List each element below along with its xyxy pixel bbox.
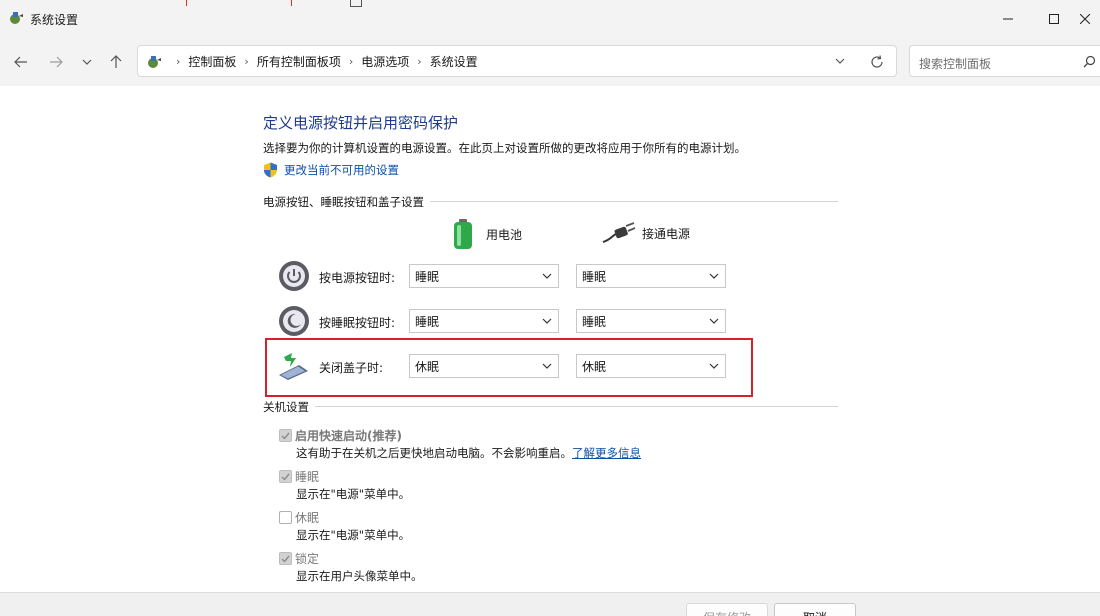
battery-column-label: 用电池 bbox=[486, 227, 523, 242]
fast-startup-checkbox-row[interactable]: 启用快速启动(推荐) bbox=[279, 427, 402, 444]
close-button[interactable] bbox=[1062, 0, 1100, 38]
power-button-battery-select[interactable]: 睡眠 bbox=[409, 264, 559, 288]
power-plug-icon bbox=[602, 222, 636, 243]
section-divider bbox=[263, 406, 838, 407]
chevron-right-icon[interactable]: › bbox=[244, 55, 248, 68]
breadcrumb: › 控制面板 › 所有控制面板项 › 电源选项 › 系统设置 bbox=[168, 46, 478, 76]
search-input[interactable]: 搜索控制面板 bbox=[909, 45, 1100, 77]
chevron-down-icon bbox=[542, 318, 552, 324]
fast-startup-checkbox[interactable] bbox=[279, 429, 292, 442]
footer-bar: 保存修改 取消 bbox=[0, 592, 1100, 616]
chevron-right-icon: › bbox=[176, 54, 181, 68]
background-window-element bbox=[350, 0, 362, 7]
learn-more-link[interactable]: 了解更多信息 bbox=[572, 446, 641, 460]
sleep-button-plugged-select[interactable]: 睡眠 bbox=[576, 309, 726, 333]
selected-value: 睡眠 bbox=[415, 269, 440, 284]
checkmark-icon bbox=[281, 432, 290, 440]
selected-value: 休眠 bbox=[582, 359, 607, 374]
sleep-button-label: 按睡眠按钮时: bbox=[319, 316, 396, 330]
window-title: 系统设置 bbox=[30, 13, 79, 27]
lock-checkbox-row[interactable]: 锁定 bbox=[279, 550, 319, 567]
sleep-label: 睡眠 bbox=[295, 470, 320, 484]
fast-startup-description: 这有助于在关机之后更快地启动电脑。不会影响重启。了解更多信息 bbox=[296, 445, 641, 461]
arrow-left-icon bbox=[14, 56, 27, 68]
uac-shield-icon bbox=[264, 162, 277, 178]
cancel-button[interactable]: 取消 bbox=[774, 603, 856, 616]
power-buttons-section-title: 电源按钮、睡眠按钮和盖子设置 bbox=[263, 194, 430, 210]
sleep-description: 显示在"电源"菜单中。 bbox=[296, 487, 411, 501]
chevron-down-icon bbox=[542, 363, 552, 369]
maximize-icon bbox=[1049, 14, 1059, 24]
plugged-in-column-label: 接通电源 bbox=[642, 226, 691, 241]
breadcrumb-power-options[interactable]: 电源选项 bbox=[361, 53, 409, 70]
search-icon[interactable] bbox=[1083, 55, 1096, 68]
background-window-edge bbox=[186, 0, 187, 6]
shutdown-section-title: 关机设置 bbox=[263, 399, 315, 415]
close-icon bbox=[1080, 14, 1090, 24]
page-title: 定义电源按钮并启用密码保护 bbox=[263, 114, 459, 132]
control-panel-icon bbox=[148, 56, 161, 68]
address-bar[interactable]: › 控制面板 › 所有控制面板项 › 电源选项 › 系统设置 bbox=[137, 45, 897, 77]
address-history-chevron-icon[interactable] bbox=[834, 55, 846, 67]
checkmark-icon bbox=[281, 555, 290, 563]
chevron-down-icon bbox=[542, 273, 552, 279]
back-button[interactable] bbox=[9, 51, 33, 73]
chevron-right-icon[interactable]: › bbox=[417, 55, 421, 68]
power-button-label: 按电源按钮时: bbox=[319, 271, 396, 285]
minimize-button[interactable] bbox=[985, 0, 1031, 38]
lock-description: 显示在用户头像菜单中。 bbox=[296, 569, 423, 583]
selected-value: 睡眠 bbox=[415, 314, 440, 329]
arrow-right-icon bbox=[50, 56, 63, 68]
selected-value: 睡眠 bbox=[582, 314, 607, 329]
selected-value: 睡眠 bbox=[582, 269, 607, 284]
breadcrumb-control-panel[interactable]: 控制面板 bbox=[188, 53, 236, 70]
fast-startup-label: 启用快速启动(推荐) bbox=[295, 429, 402, 443]
chevron-right-icon[interactable]: › bbox=[349, 55, 353, 68]
power-button-icon bbox=[279, 261, 309, 291]
battery-column-header: 用电池 bbox=[452, 218, 522, 250]
sleep-button-battery-select[interactable]: 睡眠 bbox=[409, 309, 559, 333]
hibernate-description: 显示在"电源"菜单中。 bbox=[296, 528, 411, 542]
recent-locations-button[interactable] bbox=[75, 51, 99, 73]
sleep-checkbox[interactable] bbox=[279, 470, 292, 483]
power-options-icon bbox=[10, 12, 23, 24]
hibernate-checkbox[interactable] bbox=[279, 511, 292, 524]
hibernate-checkbox-row[interactable]: 休眠 bbox=[279, 509, 319, 526]
search-placeholder: 搜索控制面板 bbox=[919, 57, 992, 71]
lid-close-plugged-select[interactable]: 休眠 bbox=[576, 354, 726, 378]
minimize-icon bbox=[1003, 18, 1013, 20]
title-bar: 系统设置 bbox=[0, 0, 1100, 38]
chevron-down-icon bbox=[709, 363, 719, 369]
laptop-lid-icon bbox=[279, 353, 308, 380]
selected-value: 休眠 bbox=[415, 359, 440, 374]
forward-button[interactable] bbox=[44, 51, 68, 73]
lid-close-battery-select[interactable]: 休眠 bbox=[409, 354, 559, 378]
navigation-bar: › 控制面板 › 所有控制面板项 › 电源选项 › 系统设置 搜索控制面板 bbox=[0, 38, 1100, 86]
sleep-checkbox-row[interactable]: 睡眠 bbox=[279, 468, 319, 485]
change-settings-link-text[interactable]: 更改当前不可用的设置 bbox=[284, 162, 399, 178]
lock-label: 锁定 bbox=[295, 552, 320, 566]
plugged-in-column-header: 接通电源 bbox=[602, 222, 690, 244]
breadcrumb-system-settings[interactable]: 系统设置 bbox=[430, 53, 478, 70]
refresh-icon[interactable] bbox=[870, 55, 884, 69]
background-window-edge bbox=[291, 0, 292, 6]
battery-icon bbox=[454, 219, 472, 249]
chevron-down-icon bbox=[709, 318, 719, 324]
checkmark-icon bbox=[281, 473, 290, 481]
chevron-down-icon bbox=[709, 273, 719, 279]
arrow-up-icon bbox=[110, 55, 122, 68]
chevron-down-icon bbox=[82, 59, 92, 65]
main-content: 定义电源按钮并启用密码保护 选择要为你的计算机设置的电源设置。在此页上对设置所做… bbox=[0, 86, 1100, 592]
sleep-button-icon bbox=[279, 306, 309, 336]
save-changes-button[interactable]: 保存修改 bbox=[686, 603, 768, 616]
page-description: 选择要为你的计算机设置的电源设置。在此页上对设置所做的更改将应用于你所有的电源计… bbox=[263, 141, 746, 155]
fast-startup-description-text: 这有助于在关机之后更快地启动电脑。不会影响重启。 bbox=[296, 446, 572, 460]
breadcrumb-all-items[interactable]: 所有控制面板项 bbox=[257, 53, 341, 70]
lid-close-label: 关闭盖子时: bbox=[319, 361, 384, 375]
hibernate-label: 休眠 bbox=[295, 511, 320, 525]
lock-checkbox[interactable] bbox=[279, 552, 292, 565]
power-button-plugged-select[interactable]: 睡眠 bbox=[576, 264, 726, 288]
change-unavailable-settings-link[interactable]: 更改当前不可用的设置 bbox=[263, 162, 399, 178]
up-button[interactable] bbox=[104, 51, 128, 73]
